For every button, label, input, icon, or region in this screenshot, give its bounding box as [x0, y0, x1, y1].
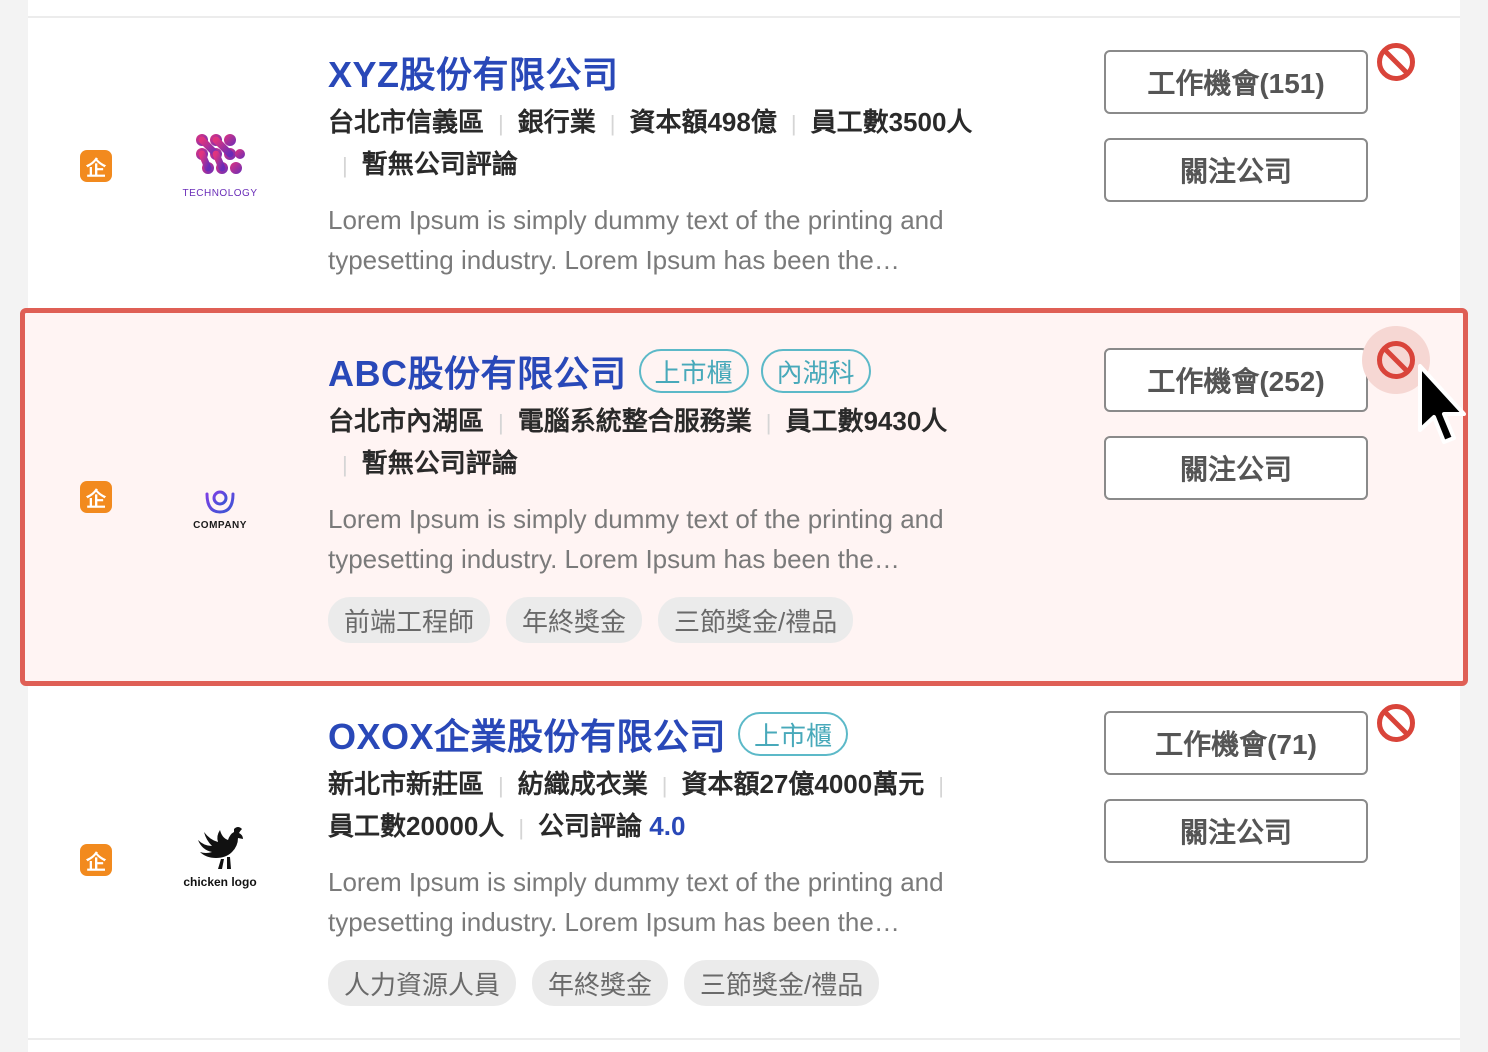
employees: 員工數20000人	[328, 811, 505, 841]
location: 新北市新莊區	[328, 769, 485, 799]
job-openings-button[interactable]: 工作機會(252)	[1104, 348, 1368, 412]
capital: 資本額27億4000萬元	[681, 769, 925, 799]
follow-company-button[interactable]: 關注公司	[1104, 436, 1368, 500]
rooster-logo-icon	[198, 827, 243, 869]
chip[interactable]: 年終獎金	[506, 597, 643, 643]
job-openings-button[interactable]: 工作機會(71)	[1104, 711, 1368, 775]
neihu-tech-tag: 內湖科	[760, 349, 871, 393]
review: 暫無公司評論	[361, 149, 518, 179]
location: 台北市信義區	[328, 107, 485, 137]
block-icon	[1377, 43, 1415, 81]
industry: 電腦系統整合服務業	[517, 406, 752, 436]
employees: 員工數3500人	[810, 107, 973, 137]
company-info: ABC股份有限公司 上市櫃 內湖科 台北市內湖區 | 電腦系統整合服務業 | 員工數94…	[328, 347, 1028, 643]
divider	[28, 16, 1460, 18]
enterprise-badge: 企	[80, 844, 112, 876]
separator: |	[518, 815, 525, 840]
enterprise-badge: 企	[80, 150, 112, 182]
logo-caption: COMPANY	[193, 519, 247, 531]
separator: |	[609, 111, 616, 136]
block-company-button[interactable]	[1376, 42, 1416, 82]
block-icon	[1377, 704, 1415, 742]
block-company-button[interactable]	[1376, 340, 1416, 380]
mouse-pointer-icon	[1418, 364, 1466, 444]
company-description: Lorem Ipsum is simply dummy text of the …	[328, 504, 944, 574]
location: 台北市內湖區	[328, 406, 485, 436]
separator: |	[498, 111, 504, 136]
separator: |	[342, 153, 348, 178]
chip[interactable]: 年終獎金	[532, 960, 669, 1006]
company-meta: 新北市新莊區 | 紡織成衣業 | 資本額27億4000萬元 | 員工數20000人 | 公司評論…	[328, 764, 1028, 848]
listed-tag: 上市櫃	[638, 349, 749, 393]
chip[interactable]: 三節獎金/禮品	[658, 597, 854, 643]
company-name-link[interactable]: ABC股份有限公司	[328, 345, 627, 397]
chip[interactable]: 三節獎金/禮品	[684, 960, 880, 1006]
block-icon	[1377, 341, 1415, 379]
welfare-chips: 前端工程師 年終獎金 三節獎金/禮品	[328, 597, 1028, 643]
industry: 銀行業	[517, 107, 596, 137]
review: 暫無公司評論	[361, 448, 518, 478]
company-name-link[interactable]: OXOX企業股份有限公司	[328, 708, 726, 760]
industry: 紡織成衣業	[517, 769, 648, 799]
company-info: OXOX企業股份有限公司 上市櫃 新北市新莊區 | 紡織成衣業 | 資本額27億4000…	[328, 710, 1028, 1006]
title-row: OXOX企業股份有限公司 上市櫃	[328, 710, 1028, 758]
divider	[28, 1038, 1460, 1040]
capital: 資本額498億	[629, 107, 777, 137]
company-logo[interactable]: TECHNOLOGY	[168, 120, 272, 210]
separator: |	[498, 410, 504, 435]
review-score[interactable]: 4.0	[649, 811, 685, 841]
company-logo[interactable]: chicken logo	[168, 812, 272, 902]
company-meta: 台北市信義區 | 銀行業 | 資本額498億 | 員工數3500人 | 暫無公司評論	[328, 102, 1028, 186]
review-label: 公司評論	[538, 811, 643, 841]
company-description: Lorem Ipsum is simply dummy text of the …	[328, 205, 944, 275]
logo-caption: TECHNOLOGY	[182, 187, 258, 199]
company-meta: 台北市內湖區 | 電腦系統整合服務業 | 員工數9430人 | 暫無公司評論	[328, 401, 1028, 485]
title-row: ABC股份有限公司 上市櫃 內湖科	[328, 347, 1028, 395]
company-logo[interactable]: COMPANY	[168, 450, 272, 540]
enterprise-badge: 企	[80, 481, 112, 513]
company-description: Lorem Ipsum is simply dummy text of the …	[328, 867, 944, 937]
job-openings-button[interactable]: 工作機會(151)	[1104, 50, 1368, 114]
welfare-chips: 人力資源人員 年終獎金 三節獎金/禮品	[328, 960, 1028, 1006]
chip[interactable]: 前端工程師	[328, 597, 491, 643]
separator: |	[342, 452, 348, 477]
logo-caption: chicken logo	[183, 875, 257, 889]
technology-logo-icon	[196, 133, 245, 174]
chip[interactable]: 人力資源人員	[328, 960, 517, 1006]
hand-logo-icon	[205, 460, 235, 514]
separator: |	[790, 111, 797, 136]
separator: |	[938, 773, 944, 798]
listed-tag: 上市櫃	[738, 712, 849, 756]
follow-company-button[interactable]: 關注公司	[1104, 799, 1368, 863]
separator: |	[765, 410, 772, 435]
separator: |	[661, 773, 668, 798]
company-name-link[interactable]: XYZ股份有限公司	[328, 46, 619, 98]
employees: 員工數9430人	[785, 406, 948, 436]
title-row: XYZ股份有限公司	[328, 48, 1028, 96]
company-info: XYZ股份有限公司 台北市信義區 | 銀行業 | 資本額498億 | 員工數3500人 | 暫無…	[328, 48, 1028, 280]
block-company-button[interactable]	[1376, 703, 1416, 743]
follow-company-button[interactable]: 關注公司	[1104, 138, 1368, 202]
separator: |	[498, 773, 504, 798]
